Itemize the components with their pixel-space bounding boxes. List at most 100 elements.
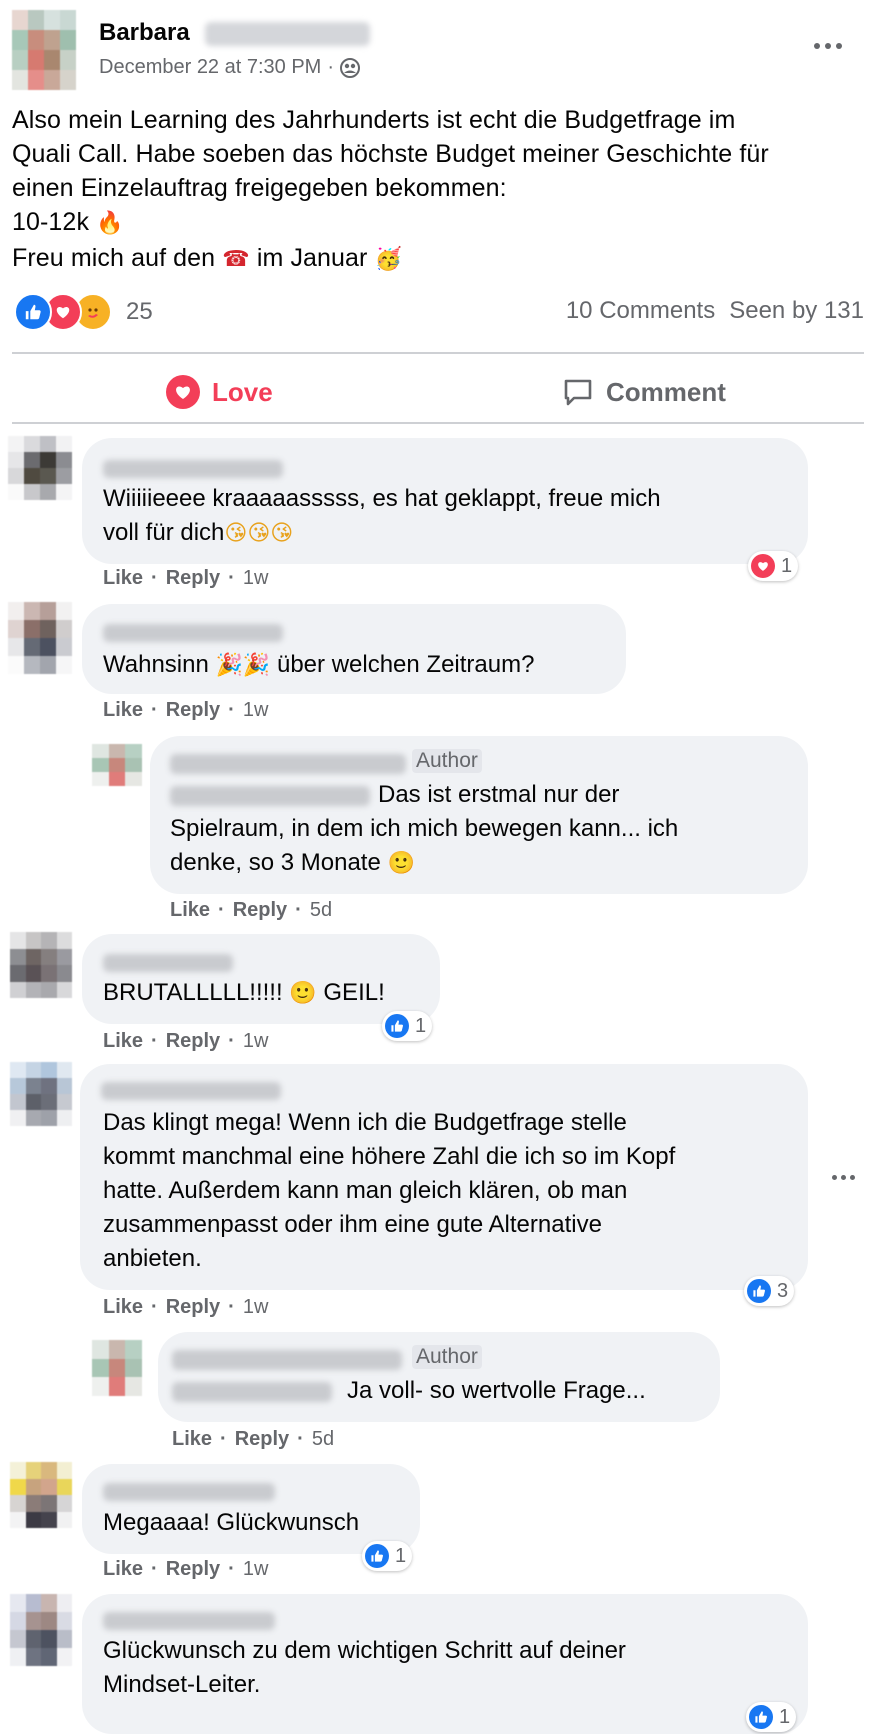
reply-author-avatar[interactable]	[92, 1340, 142, 1396]
like-link[interactable]: Like	[103, 1030, 143, 1053]
comment-line: Mindset-Leiter.	[103, 1671, 261, 1698]
reply-line: Das ist erstmal nur der	[378, 781, 620, 808]
comment-line-text: BRUTALLLLL!!!!!	[103, 979, 283, 1006]
like-link[interactable]: Like	[103, 1558, 143, 1581]
comment-reaction-pill[interactable]: 1	[362, 1541, 413, 1571]
comment-text: BRUTALLLLL!!!!! 🙂 GEIL!	[103, 976, 385, 1011]
reply-line: denke, so 3 Monate 🙂	[170, 846, 800, 881]
reply-text: Das ist erstmal nur der Spielraum, in de…	[170, 778, 800, 881]
comment-line: anbieten.	[103, 1245, 202, 1272]
seen-by-link[interactable]: Seen by 131	[729, 297, 864, 325]
meta-separator: ·	[327, 56, 335, 78]
comment-time[interactable]: 1w	[243, 567, 269, 590]
like-link[interactable]: Like	[103, 699, 143, 722]
comment-actions: Like · Reply · 1w	[103, 567, 268, 590]
comment-icon	[562, 376, 594, 408]
dot-separator: ·	[228, 567, 235, 589]
commenter-avatar[interactable]	[10, 1462, 72, 1528]
like-reaction-icon	[749, 1705, 773, 1729]
reaction-count[interactable]: 25	[126, 298, 153, 326]
post-line: einen Einzelauftrag freigegeben bekommen…	[12, 174, 507, 202]
post-line: Also mein Learning des Jahrhunderts ist …	[12, 106, 736, 134]
comment-reaction-pill[interactable]: 1	[382, 1011, 433, 1041]
dot-separator: ·	[151, 1030, 158, 1052]
comment-time[interactable]: 1w	[243, 699, 269, 722]
like-reaction-icon	[747, 1279, 771, 1303]
like-link[interactable]: Like	[103, 567, 143, 590]
mentioned-user-redacted[interactable]	[172, 1382, 332, 1402]
comment-button[interactable]: Comment	[562, 372, 726, 412]
dot-separator: ·	[218, 899, 225, 921]
reply-line-text: denke, so 3 Monate	[170, 849, 381, 876]
author-badge: Author	[412, 1345, 482, 1369]
love-reaction-icon	[751, 554, 775, 578]
reaction-summary[interactable]: 25	[14, 293, 153, 331]
commenter-avatar[interactable]	[8, 602, 72, 674]
commenter-avatar[interactable]	[8, 436, 72, 500]
post-author-name[interactable]: Barbara	[99, 19, 190, 47]
more-options-icon[interactable]	[808, 36, 848, 56]
comment-line: zusammenpasst oder ihm eine gute Alterna…	[103, 1211, 602, 1238]
comment-line-text: Wahnsinn	[103, 651, 209, 678]
reply-link[interactable]: Reply	[166, 699, 220, 722]
like-link[interactable]: Like	[170, 899, 210, 922]
like-reaction-icon	[14, 293, 52, 331]
commenter-name-redacted[interactable]	[103, 1483, 275, 1501]
like-reaction-icon	[385, 1014, 409, 1038]
commenter-name-redacted[interactable]	[103, 954, 233, 972]
reply-text: Ja voll- so wertvolle Frage...	[347, 1374, 646, 1408]
commenter-name-redacted[interactable]	[103, 460, 283, 478]
post-line: 10-12k 🔥	[12, 205, 862, 241]
commenter-name-redacted[interactable]	[103, 1612, 275, 1630]
reply-link[interactable]: Reply	[166, 567, 220, 590]
commenter-avatar[interactable]	[10, 1594, 72, 1666]
like-link[interactable]: Like	[172, 1428, 212, 1451]
comment-time[interactable]: 1w	[243, 1030, 269, 1053]
comment-text: Wiiiiieeee kraaaaasssss, es hat geklappt…	[103, 482, 793, 551]
reply-author-name-redacted[interactable]	[172, 1350, 402, 1370]
dot-separator: ·	[295, 899, 302, 921]
reply-time[interactable]: 5d	[312, 1428, 334, 1451]
comment-time[interactable]: 1w	[243, 1296, 269, 1319]
smile-emoji: 🙂	[387, 851, 415, 876]
post-line-text: im Januar	[256, 244, 368, 272]
reply-link[interactable]: Reply	[166, 1558, 220, 1581]
post-author-avatar[interactable]	[12, 10, 76, 90]
reply-line-text: Ja voll- so wertvolle Frage...	[347, 1377, 646, 1404]
post-timestamp[interactable]: December 22 at 7:30 PM	[99, 56, 321, 79]
commenter-name-redacted[interactable]	[101, 1082, 281, 1100]
comment-reaction-pill[interactable]: 3	[744, 1276, 795, 1306]
comment-line-text: über welchen Zeitraum?	[276, 651, 535, 678]
commenter-avatar[interactable]	[10, 1062, 72, 1126]
comment-line: voll für dich😘😘😘	[103, 516, 793, 551]
like-link[interactable]: Like	[103, 1296, 143, 1319]
dot-separator: ·	[228, 699, 235, 721]
reply-link[interactable]: Reply	[166, 1030, 220, 1053]
love-button[interactable]: Love	[166, 372, 273, 412]
like-reaction-icon	[365, 1544, 389, 1568]
dot-separator: ·	[228, 1558, 235, 1580]
reply-author-name-redacted[interactable]	[170, 754, 406, 774]
comment-reaction-pill[interactable]: 1	[746, 1702, 797, 1732]
post-line: Quali Call. Habe soeben das höchste Budg…	[12, 140, 769, 168]
commenter-name-redacted[interactable]	[103, 624, 283, 642]
comment-line-text: voll für dich	[103, 519, 225, 546]
reaction-count: 3	[777, 1279, 789, 1302]
comment-reaction-pill[interactable]: 1	[748, 551, 799, 581]
reply-time[interactable]: 5d	[310, 899, 332, 922]
comment-time[interactable]: 1w	[243, 1558, 269, 1581]
dot-separator: ·	[228, 1296, 235, 1318]
reply-link[interactable]: Reply	[166, 1296, 220, 1319]
commenter-avatar[interactable]	[10, 932, 72, 998]
comment-more-options-icon[interactable]	[826, 1168, 860, 1186]
reply-author-avatar[interactable]	[92, 744, 142, 786]
post-stats: 10 Comments Seen by 131	[566, 297, 864, 325]
post-line: Freu mich auf den ☎ im Januar 🥳	[12, 241, 862, 277]
reply-link[interactable]: Reply	[235, 1428, 289, 1451]
dot-separator: ·	[151, 567, 158, 589]
reply-line: Spielraum, in dem ich mich bewegen kann.…	[170, 815, 679, 842]
divider	[12, 352, 864, 354]
comments-count-link[interactable]: 10 Comments	[566, 297, 715, 325]
reply-link[interactable]: Reply	[233, 899, 287, 922]
comment-line-text: GEIL!	[323, 979, 385, 1006]
